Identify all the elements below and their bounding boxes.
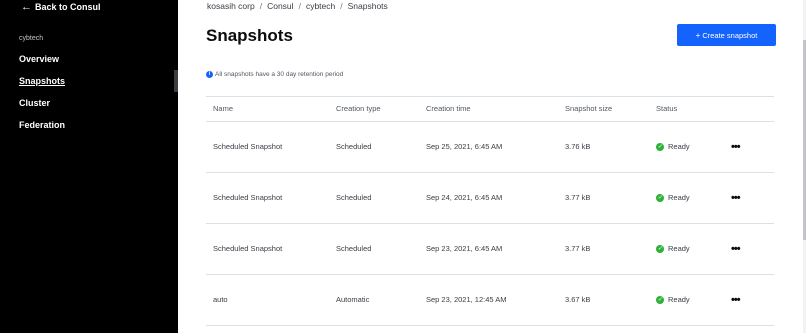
table-row: Scheduled Snapshot Scheduled Sep 25, 202… — [206, 122, 774, 173]
column-header-size: Snapshot size — [565, 104, 613, 113]
breadcrumb-separator: / — [259, 1, 263, 11]
column-header-type: Creation type — [336, 104, 381, 113]
create-snapshot-label: Create snapshot — [702, 30, 758, 40]
check-circle-icon: ✓ — [656, 296, 664, 304]
status-label: Ready — [668, 244, 690, 253]
table-header: Name Creation type Creation time Snapsho… — [206, 96, 774, 122]
breadcrumb-current: Snapshots — [347, 1, 388, 11]
row-actions-menu[interactable]: ••• — [731, 173, 741, 223]
table-row: Scheduled Snapshot Scheduled Sep 24, 202… — [206, 173, 774, 224]
sidebar-item-cluster[interactable]: Cluster — [19, 98, 50, 108]
breadcrumb-cluster[interactable]: cybtech — [306, 1, 335, 11]
status-label: Ready — [668, 193, 690, 202]
table-row: auto Automatic Sep 23, 2021, 12:45 AM 3.… — [206, 275, 774, 326]
create-snapshot-button[interactable]: + Create snapshot — [677, 24, 776, 46]
check-circle-icon: ✓ — [656, 194, 664, 202]
snapshot-time: Sep 25, 2021, 6:45 AM — [426, 142, 503, 151]
column-header-name: Name — [213, 104, 234, 113]
info-icon: i — [206, 71, 213, 78]
snapshot-name: Scheduled Snapshot — [213, 244, 283, 253]
status-badge: ✓ Ready — [656, 275, 690, 325]
snapshot-type: Automatic — [336, 295, 370, 304]
status-badge: ✓ Ready — [656, 224, 690, 274]
sidebar-item-snapshots[interactable]: Snapshots — [19, 76, 65, 86]
breadcrumb-separator: / — [340, 1, 343, 11]
snapshot-size: 3.77 kB — [565, 193, 591, 202]
check-circle-icon: ✓ — [656, 143, 664, 151]
breadcrumb-org[interactable]: kosasih corp — [207, 1, 255, 11]
check-circle-icon: ✓ — [656, 245, 664, 253]
snapshot-time: Sep 24, 2021, 6:45 AM — [426, 193, 503, 202]
breadcrumb: kosasih corp / Consul / cybtech / Snapsh… — [207, 0, 388, 12]
plus-icon: + — [695, 30, 701, 40]
snapshot-type: Scheduled — [336, 244, 372, 253]
sidebar: ← Back to Consul cybtech Overview Snapsh… — [0, 0, 178, 333]
status-badge: ✓ Ready — [656, 173, 690, 223]
sidebar-item-federation[interactable]: Federation — [19, 120, 65, 130]
status-badge: ✓ Ready — [656, 122, 690, 172]
retention-notice-text: All snapshots have a 30 day retention pe… — [215, 71, 344, 79]
breadcrumb-consul[interactable]: Consul — [267, 1, 293, 11]
row-actions-menu[interactable]: ••• — [731, 122, 741, 172]
org-label: cybtech — [19, 35, 44, 42]
status-label: Ready — [668, 142, 690, 151]
snapshot-time: Sep 23, 2021, 12:45 AM — [426, 295, 507, 304]
page-title: Snapshots — [206, 26, 293, 45]
active-nav-marker — [174, 70, 178, 92]
breadcrumb-separator: / — [298, 1, 301, 11]
snapshot-time: Sep 23, 2021, 6:45 AM — [426, 244, 503, 253]
row-actions-menu[interactable]: ••• — [731, 275, 741, 325]
snapshot-size: 3.76 kB — [565, 142, 591, 151]
snapshot-name: Scheduled Snapshot — [213, 193, 283, 202]
snapshots-table: Name Creation type Creation time Snapsho… — [206, 96, 774, 326]
column-header-time: Creation time — [426, 104, 471, 113]
snapshot-name: auto — [213, 295, 228, 304]
snapshot-type: Scheduled — [336, 193, 372, 202]
back-link-label: Back to Consul — [35, 2, 101, 12]
back-to-consul-link[interactable]: ← Back to Consul — [21, 0, 101, 14]
status-label: Ready — [668, 295, 690, 304]
arrow-left-icon: ← — [21, 0, 32, 13]
column-header-status: Status — [656, 104, 678, 113]
table-row: Scheduled Snapshot Scheduled Sep 23, 202… — [206, 224, 774, 275]
retention-notice: i All snapshots have a 30 day retention p… — [206, 71, 366, 79]
snapshot-size: 3.77 kB — [565, 244, 591, 253]
snapshot-size: 3.67 kB — [565, 295, 591, 304]
snapshot-type: Scheduled — [336, 142, 372, 151]
sidebar-item-overview[interactable]: Overview — [19, 54, 59, 64]
snapshot-name: Scheduled Snapshot — [213, 142, 283, 151]
row-actions-menu[interactable]: ••• — [731, 224, 741, 274]
